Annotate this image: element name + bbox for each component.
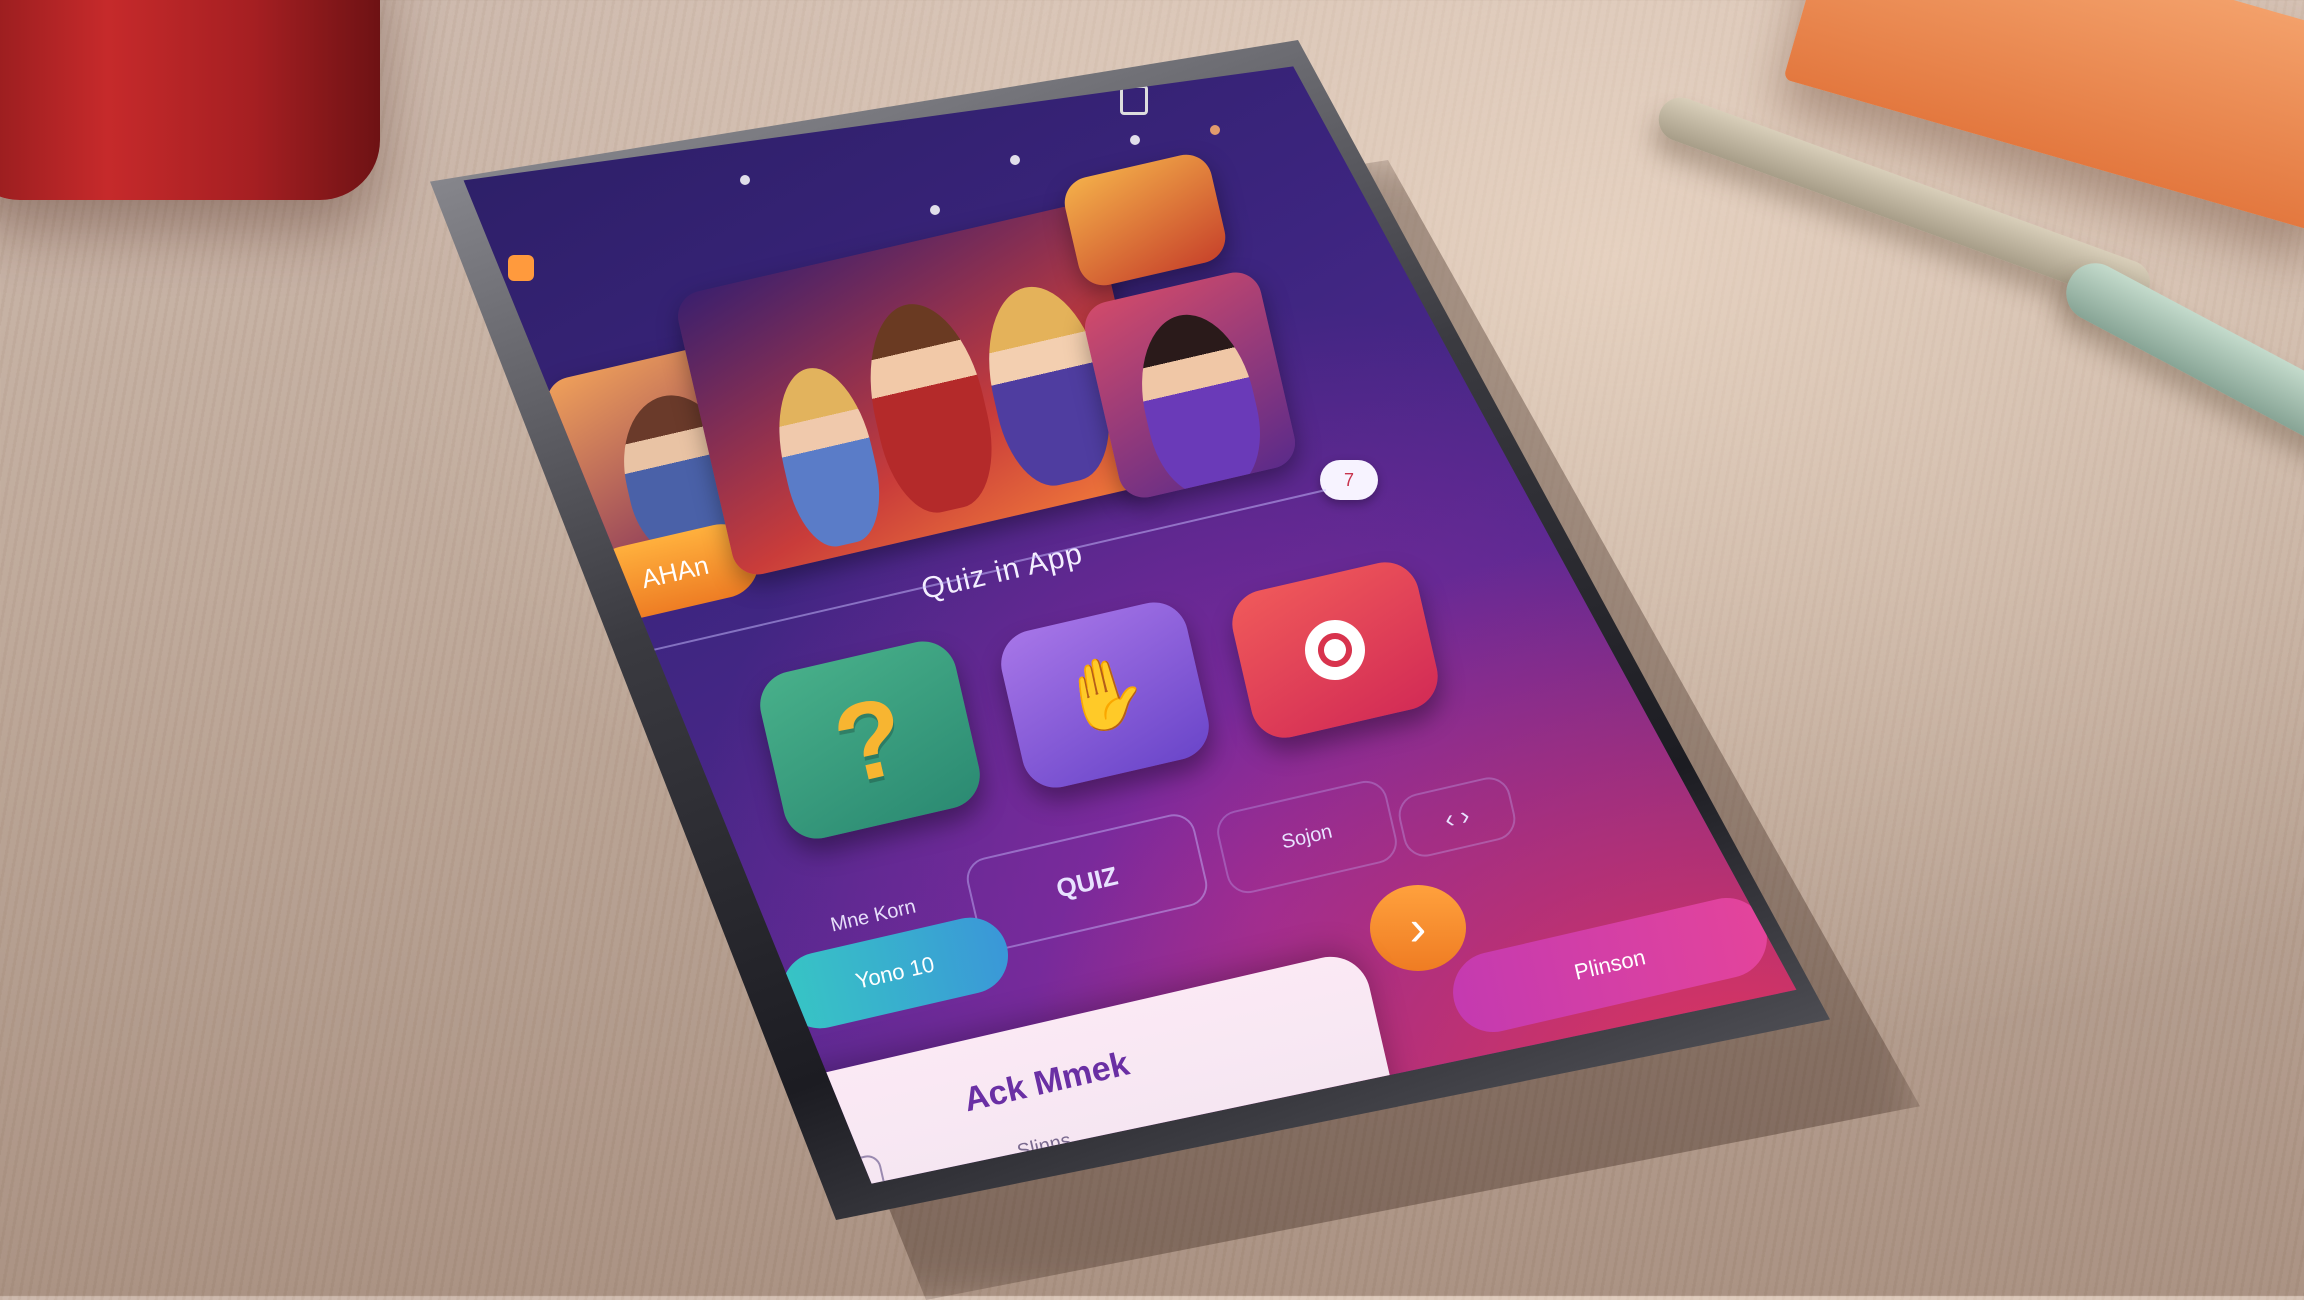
logo-icon[interactable] xyxy=(508,255,534,281)
teal-button[interactable]: Yono 10 xyxy=(774,910,1016,1036)
question-glyph: ? xyxy=(823,672,917,808)
photo-badge-label: AHAn xyxy=(638,549,712,594)
page-title: Quiz in App xyxy=(918,536,1086,607)
mint-pen xyxy=(2056,253,2304,512)
location-icon[interactable] xyxy=(1225,555,1445,745)
next-button-label: › xyxy=(1409,900,1427,956)
teal-button-label: Yono 10 xyxy=(853,951,937,994)
nav-arrows-label: ‹ › xyxy=(1441,799,1473,834)
sparkle-star xyxy=(1010,155,1020,165)
hand-icon[interactable]: ✋ xyxy=(994,595,1216,795)
red-cup xyxy=(0,0,380,200)
person-figure xyxy=(1125,303,1274,503)
nav-arrows[interactable]: ‹ › xyxy=(1394,772,1520,862)
hand-glyph: ✋ xyxy=(1053,646,1157,742)
sparkle-star xyxy=(930,205,940,215)
location-pin xyxy=(1299,614,1371,686)
sheet-heading: Ack Mmek xyxy=(960,1044,1133,1120)
sparkle-star xyxy=(1130,135,1140,145)
option-right-label: Sojon xyxy=(1279,820,1335,853)
next-button[interactable]: › xyxy=(1370,885,1466,971)
sparkle-star xyxy=(1210,125,1220,135)
avatar-badge-count: 7 xyxy=(1343,469,1354,490)
option-right[interactable]: Sojon xyxy=(1212,776,1402,898)
sparkle-star xyxy=(740,175,750,185)
pink-button-label: Plinson xyxy=(1571,944,1648,985)
question-icon[interactable]: ? xyxy=(753,634,987,846)
photo-card-top[interactable] xyxy=(1059,149,1231,291)
quiz-tab-label: QUIZ xyxy=(1053,859,1121,904)
avatar-badge[interactable]: 7 xyxy=(1320,460,1378,500)
